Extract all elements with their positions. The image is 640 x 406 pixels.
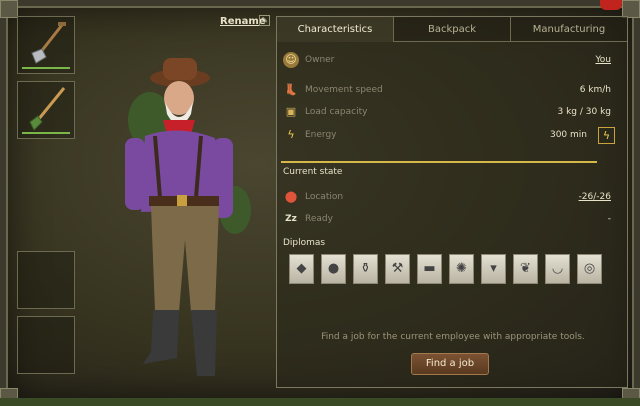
diplomas-list: ◆ ● ⚱ ⚒ ▬ ✺ ▾ ❦ ◡ ◎ — [289, 254, 619, 286]
shovel-icon — [31, 22, 66, 64]
crate-icon: ▣ — [285, 105, 297, 118]
tool-slot-spade[interactable] — [17, 81, 75, 139]
plate-icon[interactable]: ◎ — [577, 254, 602, 284]
boot-icon: 👢 — [284, 83, 298, 96]
ore-icon[interactable]: ● — [321, 254, 346, 284]
tool-slot-empty-1[interactable] — [17, 251, 75, 309]
tool-durability-bar — [22, 132, 70, 134]
close-ribbon-icon[interactable] — [600, 0, 622, 10]
diplomas-title: Diplomas — [283, 238, 326, 248]
load-value: 3 kg / 30 kg — [557, 107, 611, 117]
status-label: Ready — [305, 214, 333, 224]
pencil-icon[interactable]: ✎ — [259, 15, 270, 26]
tool-slot-empty-2[interactable] — [17, 316, 75, 374]
wheel-icon[interactable]: ✺ — [449, 254, 474, 284]
pot-icon[interactable]: ⚱ — [353, 254, 378, 284]
spade-icon — [29, 87, 66, 131]
current-state-title: Current state — [283, 167, 343, 177]
location-pin-icon: ⬤ — [284, 190, 298, 203]
energy-label: Energy — [305, 130, 337, 140]
tab-backpack[interactable]: Backpack — [394, 17, 511, 42]
speed-value: 6 km/h — [579, 85, 611, 95]
energy-value: 300 min — [549, 130, 587, 140]
stone-icon[interactable]: ◆ — [289, 254, 314, 284]
tab-characteristics[interactable]: Characteristics — [277, 17, 394, 42]
tool-slot-shovel[interactable] — [17, 16, 75, 74]
owner-icon: ☺ — [283, 52, 299, 68]
anvil-icon[interactable]: ▬ — [417, 254, 442, 284]
grains-icon[interactable]: ❦ — [513, 254, 538, 284]
cart-icon[interactable]: ▾ — [481, 254, 506, 284]
speed-label: Movement speed — [305, 85, 383, 95]
character-portrait — [125, 58, 251, 376]
tab-manufacturing[interactable]: Manufacturing — [511, 17, 627, 42]
owner-label: Owner — [305, 55, 335, 65]
tab-bar: Characteristics Backpack Manufacturing — [277, 17, 627, 42]
energy-row: ϟ Energy 300 min — [283, 125, 617, 145]
tool-durability-bar — [22, 67, 70, 69]
energy-icon: ϟ — [287, 128, 295, 141]
find-job-button[interactable]: Find a job — [411, 353, 489, 375]
speed-row: 👢 Movement speed 6 km/h — [283, 80, 617, 100]
load-row: ▣ Load capacity 3 kg / 30 kg — [283, 102, 617, 122]
character-panel: Characteristics Backpack Manufacturing ☺… — [276, 16, 628, 388]
energy-boost-button[interactable]: ϟ — [598, 127, 615, 144]
bowl-icon[interactable]: ◡ — [545, 254, 570, 284]
location-value-link[interactable]: -26/-26 — [579, 187, 611, 207]
owner-row: ☺ Owner You — [283, 50, 617, 70]
status-row: Zz Ready - — [283, 209, 617, 229]
frame-corner-top-left — [0, 0, 18, 18]
location-row: ⬤ Location -26/-26 — [283, 187, 617, 207]
load-label: Load capacity — [305, 107, 368, 117]
footer-strip — [0, 398, 640, 406]
location-label: Location — [305, 192, 344, 202]
hammers-icon[interactable]: ⚒ — [385, 254, 410, 284]
energy-bar — [281, 161, 597, 163]
owner-value-link[interactable]: You — [595, 50, 611, 70]
status-value: - — [607, 214, 611, 224]
job-hint-text: Find a job for the current employee with… — [321, 332, 585, 342]
sleep-icon: Zz — [285, 214, 297, 224]
